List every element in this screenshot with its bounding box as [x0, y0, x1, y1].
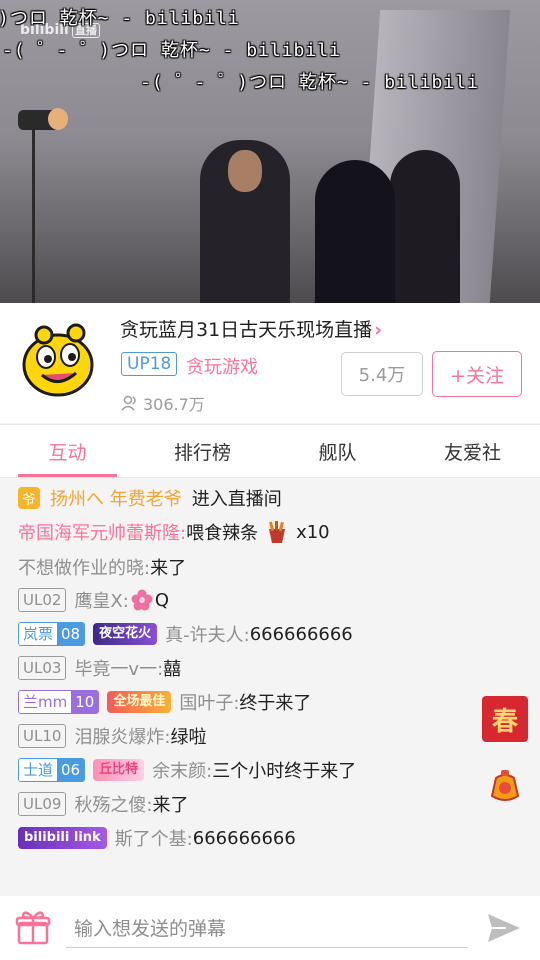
video-person-head [228, 150, 262, 192]
entry-notice: 爷 扬州へ 年费老爷 进入直播间 [18, 485, 282, 511]
spicy-strip-gift-icon [269, 521, 286, 543]
gift-user-name[interactable]: 帝国海军元帅蕾斯隆: [18, 519, 186, 545]
light-stand [32, 125, 35, 303]
video-person [315, 160, 395, 303]
user-level-badge: UL02 [18, 588, 67, 612]
spring-festival-event-icon[interactable]: 春 [482, 696, 528, 742]
chat-message: bilibili link 斯了个基: 666666666 [18, 825, 296, 851]
chat-text: 来了 [150, 558, 187, 579]
user-level-badge: UL03 [18, 656, 67, 680]
tab-interaction[interactable]: 互动 [0, 425, 135, 477]
danmaku-comment: )つロ 乾杯~ - bilibili [0, 8, 240, 29]
chat-user-name[interactable]: 鹰皇X: [74, 587, 128, 613]
streamer-avatar[interactable] [20, 323, 96, 399]
user-level-badge: UL09 [18, 792, 67, 816]
fan-medal[interactable]: 兰mm 10 [18, 690, 100, 714]
chat-text: 666666666 [192, 827, 296, 849]
chat-user-name[interactable]: 斯了个基: [115, 825, 193, 851]
fan-medal[interactable]: 岚票 08 [18, 622, 86, 646]
gift-count: x10 [296, 521, 330, 543]
fan-medal[interactable]: 士道 06 [18, 758, 86, 782]
danmaku-input-bar: 输入想发送的弹幕 [0, 896, 540, 960]
danmaku-input[interactable]: 输入想发送的弹幕 [66, 912, 468, 948]
chat-user-name[interactable]: 毕竟一v一: [74, 655, 163, 681]
lamp-glow [48, 108, 68, 130]
live-video-player[interactable]: bilibili 直播 )つロ 乾杯~ - bilibili -( ゜- ゜)つロ… [0, 0, 540, 303]
chat-text: 终于来了 [239, 693, 312, 714]
chat-user-name[interactable]: 国叶子: [179, 689, 239, 715]
tab-ranking[interactable]: 排行榜 [135, 425, 270, 477]
title-badge: bilibili link [18, 827, 107, 849]
follow-button[interactable]: +关注 [432, 351, 522, 397]
title-badge: 丘比特 [93, 759, 145, 781]
chat-message: 士道 06 丘比特 余末颜: 三个小时终于来了 [18, 757, 356, 783]
viewer-count: 306.7万 [121, 391, 205, 415]
chevron-right-icon: › [374, 319, 383, 341]
people-icon [121, 395, 136, 411]
chat-text: 666666666 [249, 623, 353, 645]
chat-text: 绿啦 [170, 727, 207, 748]
danmaku-comment: -( ゜- ゜)つロ 乾杯~ - bilibili [140, 72, 479, 93]
title-badge: 全场最佳 [107, 691, 172, 713]
tab-fleet[interactable]: 舰队 [270, 425, 405, 477]
chat-message: 不想做作业的晓: 来了 [18, 554, 186, 580]
gift-message: 帝国海军元帅蕾斯隆: 喂食辣条 x10 [18, 519, 330, 545]
fans-count: 5.4万 [341, 352, 423, 396]
chat-text: 来了 [152, 795, 189, 816]
chat-message: UL09 秋殇之傻: 来了 [18, 791, 189, 817]
up-level-badge: UP18 [121, 352, 178, 376]
gift-icon[interactable] [14, 909, 52, 947]
chat-user-name[interactable]: 不想做作业的晓: [18, 554, 150, 580]
danmaku-comment: -( ゜- ゜)つロ 乾杯~ - bilibili [2, 40, 341, 61]
lucky-bag-icon[interactable] [488, 768, 522, 804]
entry-user-name[interactable]: 扬州へ 年费老爷 [50, 485, 182, 511]
chat-list[interactable]: 爷 扬州へ 年费老爷 进入直播间 帝国海军元帅蕾斯隆: 喂食辣条 x10 不想做… [0, 479, 540, 861]
flower-emoji-icon [131, 589, 153, 611]
room-title[interactable]: 贪玩蓝月31日古天乐现场直播 › [120, 315, 382, 342]
title-badge: 夜空花火 [93, 623, 158, 645]
chat-message: 兰mm 10 全场最佳 国叶子: 终于来了 [18, 689, 311, 715]
chat-message: UL10 泪腺炎爆炸: 绿啦 [18, 723, 207, 749]
vip-icon: 爷 [18, 487, 40, 509]
tab-bar: 互动 排行榜 舰队 友爱社 [0, 424, 540, 478]
video-person [390, 150, 460, 303]
room-info-panel: 贪玩蓝月31日古天乐现场直播 › UP18 贪玩游戏 306.7万 5.4万 +关… [0, 303, 540, 423]
tab-fan-club[interactable]: 友爱社 [405, 425, 540, 477]
entry-text: 进入直播间 [191, 489, 282, 510]
chat-text: Q [154, 589, 170, 611]
chat-user-name[interactable]: 泪腺炎爆炸: [74, 723, 170, 749]
chat-message: UL02 鹰皇X: Q [18, 587, 169, 613]
chat-user-name[interactable]: 真-许夫人: [165, 621, 250, 647]
send-icon[interactable] [486, 912, 522, 944]
chat-text: 三个小时终于来了 [212, 761, 357, 782]
gift-text: 喂食辣条 [186, 523, 259, 544]
chat-message: UL03 毕竟一v一: 囍 [18, 655, 181, 681]
chat-text: 囍 [163, 659, 182, 680]
chat-user-name[interactable]: 余末颜: [152, 757, 212, 783]
chat-message: 岚票 08 夜空花火 真-许夫人: 666666666 [18, 621, 353, 647]
chat-user-name[interactable]: 秋殇之傻: [74, 791, 152, 817]
room-category-link[interactable]: 贪玩游戏 [186, 353, 258, 379]
user-level-badge: UL10 [18, 724, 67, 748]
